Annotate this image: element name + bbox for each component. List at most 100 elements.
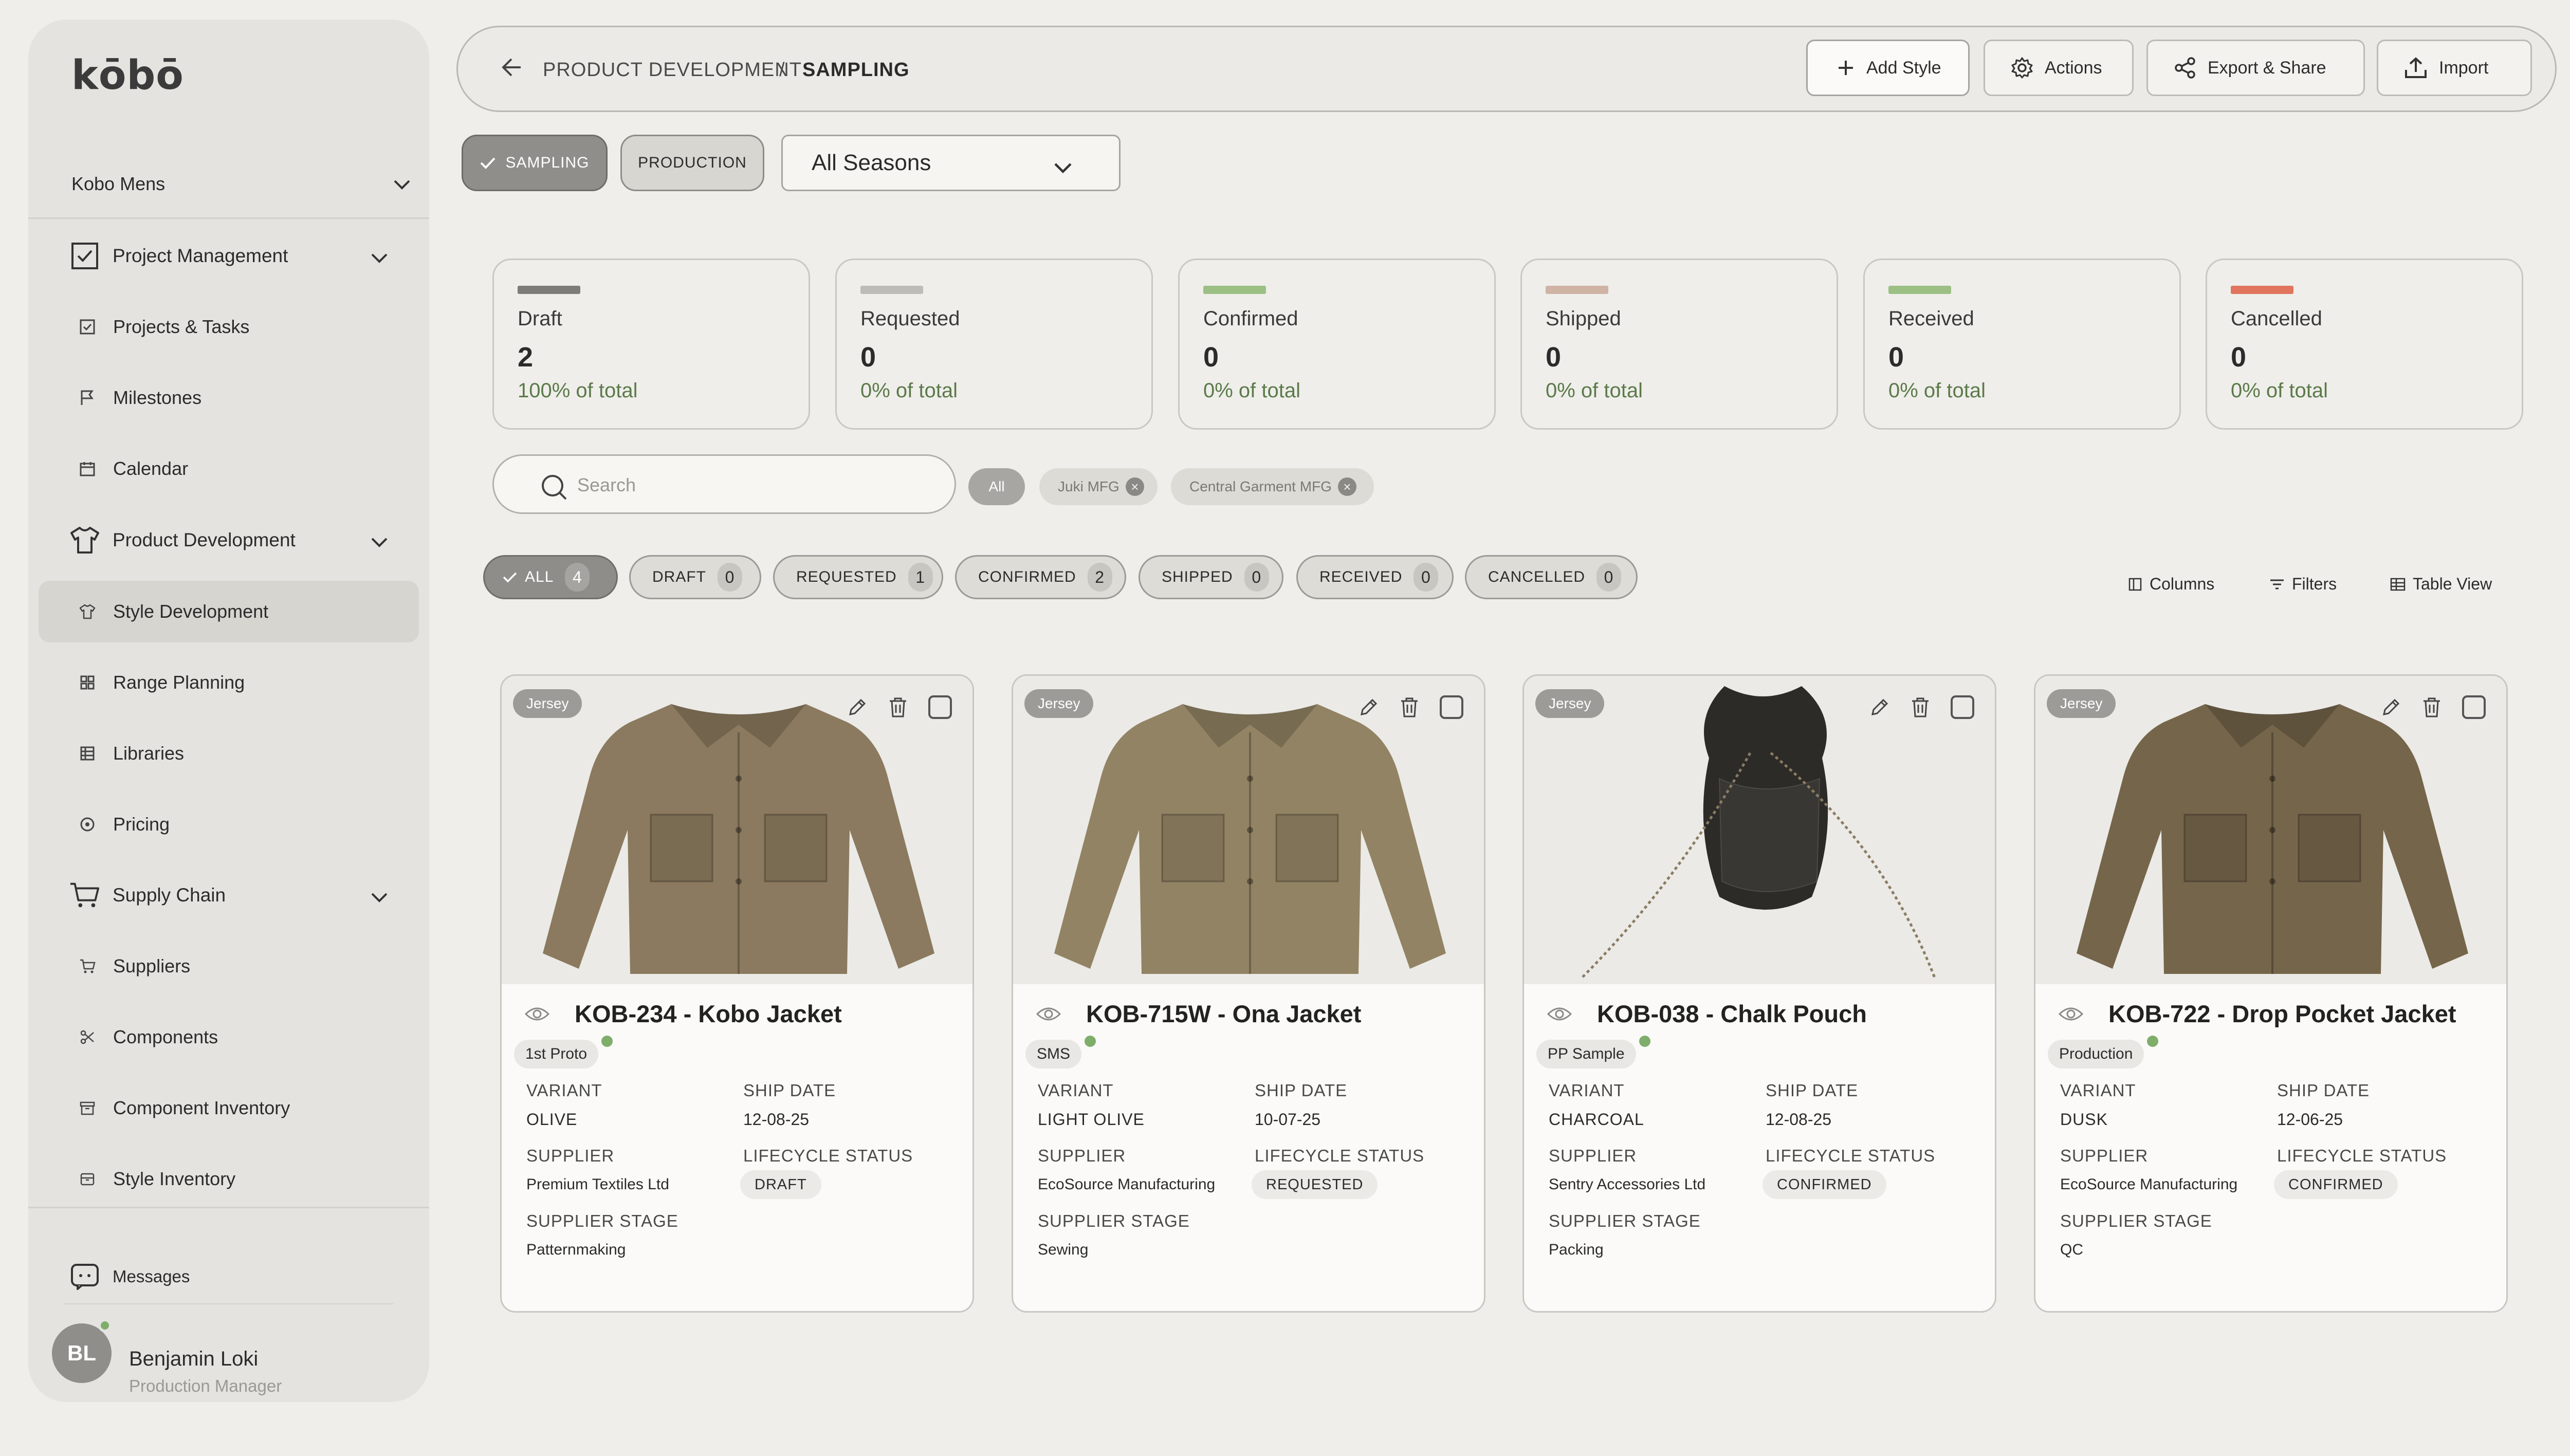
import-button[interactable]: Import [2377,40,2532,96]
filters-button[interactable]: Filters [2269,575,2337,594]
user-role: Production Manager [129,1376,282,1395]
stat-card-requested[interactable]: Requested 0 0% of total [835,259,1153,430]
style-title[interactable]: KOB-234 - Kobo Jacket [575,1000,842,1028]
stat-percent: 100% of total [518,379,638,402]
tshirt-icon [69,525,100,556]
sidebar-item-pricing[interactable]: Pricing [39,794,419,855]
search-input[interactable] [576,469,938,501]
sidebar-item-range-planning[interactable]: Range Planning [39,652,419,713]
supplier-filter-chip[interactable]: Central Garment MFG × [1171,468,1374,505]
archive-icon [77,1098,98,1118]
style-title[interactable]: KOB-722 - Drop Pocket Jacket [2108,1000,2456,1028]
back-arrow-icon[interactable] [500,57,523,80]
add-style-button[interactable]: Add Style [1806,40,1970,96]
sidebar-section-project-management[interactable]: Project Management [39,225,419,287]
stat-card-shipped[interactable]: Shipped 0 0% of total [1520,259,1838,430]
sidebar-item-messages[interactable]: Messages [39,1246,419,1307]
status-tab-shipped[interactable]: SHIPPED 0 [1139,555,1283,599]
export-share-button[interactable]: Export & Share [2146,40,2365,96]
status-tab-confirmed[interactable]: CONFIRMED 2 [955,555,1126,599]
table-view-button[interactable]: Table View [2390,575,2492,594]
brand-selector[interactable]: Kobo Mens [71,163,411,205]
sidebar-item-components[interactable]: Components [39,1006,419,1068]
stat-color-bar [860,286,923,294]
sampling-label: SAMPLING [505,154,590,171]
style-title[interactable]: KOB-038 - Chalk Pouch [1597,1000,1867,1028]
style-title[interactable]: KOB-715W - Ona Jacket [1086,1000,1361,1028]
app-logo[interactable]: kōbō [71,52,184,99]
product-image[interactable] [502,676,972,984]
edit-pencil-icon[interactable] [1359,697,1379,717]
trash-icon[interactable] [1400,696,1419,718]
search-box[interactable] [492,454,956,514]
variant-label: VARIANT [1549,1081,1625,1100]
supplier-stage-value: Sewing [1038,1241,1089,1258]
eye-icon[interactable] [1547,1005,1572,1026]
trash-icon[interactable] [888,696,908,718]
product-image[interactable] [2035,676,2506,984]
supplier-filter-chip[interactable]: Juki MFG × [1039,468,1158,505]
sidebar-item-style-inventory[interactable]: Style Inventory [39,1148,419,1210]
supplier-stage-label: SUPPLIER STAGE [1038,1211,1190,1230]
breadcrumb-parent[interactable]: PRODUCT DEVELOPMENT [543,59,802,81]
actions-button[interactable]: Actions [1984,40,2134,96]
stat-card-cancelled[interactable]: Cancelled 0 0% of total [2206,259,2523,430]
season-select[interactable]: All Seasons [781,135,1121,191]
fabric-tag: Jersey [1024,689,1094,718]
remove-filter-icon[interactable]: × [1125,477,1144,496]
select-checkbox[interactable] [1951,695,1974,719]
phase-status-dot [1639,1036,1650,1047]
tshirt-small-icon [77,601,98,622]
product-image[interactable] [1013,676,1484,984]
status-tab-draft[interactable]: DRAFT 0 [629,555,761,599]
stat-card-received[interactable]: Received 0 0% of total [1863,259,2181,430]
eye-icon[interactable] [2058,1005,2084,1026]
supplier-value: EcoSource Manufacturing [2060,1176,2238,1193]
sidebar-item-projects-tasks[interactable]: Projects & Tasks [39,296,419,358]
supplier-filter-all[interactable]: All [968,468,1025,505]
sidebar-item-component-inventory[interactable]: Component Inventory [39,1077,419,1139]
columns-button[interactable]: Columns [2128,575,2214,594]
sidebar-item-calendar[interactable]: Calendar [39,438,419,500]
remove-filter-icon[interactable]: × [1337,477,1356,496]
status-tab-all[interactable]: ALL 4 [483,555,618,599]
status-tab-cancelled[interactable]: CANCELLED 0 [1465,555,1638,599]
avatar[interactable]: BL [52,1323,112,1383]
lifecycle-status-label: LIFECYCLE STATUS [1766,1146,1936,1165]
edit-pencil-icon[interactable] [847,697,868,717]
sidebar-section-label: Supply Chain [113,884,226,906]
lifecycle-status-label: LIFECYCLE STATUS [1255,1146,1425,1165]
edit-pencil-icon[interactable] [1869,697,1890,717]
status-tab-requested[interactable]: REQUESTED 1 [773,555,943,599]
eye-icon[interactable] [1036,1005,1061,1026]
stat-card-draft[interactable]: Draft 2 100% of total [492,259,810,430]
sidebar-item-libraries[interactable]: Libraries [39,723,419,784]
sidebar-divider [28,217,429,219]
stat-card-confirmed[interactable]: Confirmed 0 0% of total [1178,259,1496,430]
style-card[interactable]: Jersey KOB-722 - Drop Pocket Jacket Produc… [2034,674,2508,1313]
stat-color-bar [1546,286,1608,294]
sidebar-section-product-development[interactable]: Product Development [39,509,419,571]
product-image[interactable] [1524,676,1995,984]
variant-label: VARIANT [1038,1081,1114,1100]
production-toggle[interactable]: PRODUCTION [620,135,764,191]
status-tab-label: DRAFT [652,568,706,585]
edit-pencil-icon[interactable] [2381,697,2401,717]
eye-icon[interactable] [524,1005,550,1026]
variant-label: VARIANT [2060,1081,2136,1100]
status-tab-received[interactable]: RECEIVED 0 [1296,555,1454,599]
trash-icon[interactable] [2422,696,2442,718]
style-card[interactable]: Jersey KOB-715W - Ona Jacket SMS VARIANT LIG… [1012,674,1485,1313]
select-checkbox[interactable] [1440,695,1463,719]
sidebar-section-supply-chain[interactable]: Supply Chain [39,864,419,926]
style-card[interactable]: Jersey KOB-234 - Kobo Jacket 1st Proto VARI… [500,674,974,1313]
style-card[interactable]: Jersey KOB-038 - Chalk Pouch PP Sample VARI… [1522,674,1996,1313]
sampling-toggle[interactable]: SAMPLING [462,135,608,191]
select-checkbox[interactable] [2462,695,2486,719]
select-checkbox[interactable] [928,695,952,719]
trash-icon[interactable] [1911,696,1930,718]
status-tab-label: ALL [525,568,554,585]
sidebar-item-milestones[interactable]: Milestones [39,367,419,429]
sidebar-item-suppliers[interactable]: Suppliers [39,935,419,997]
sidebar-item-style-development[interactable]: Style Development [39,581,419,642]
